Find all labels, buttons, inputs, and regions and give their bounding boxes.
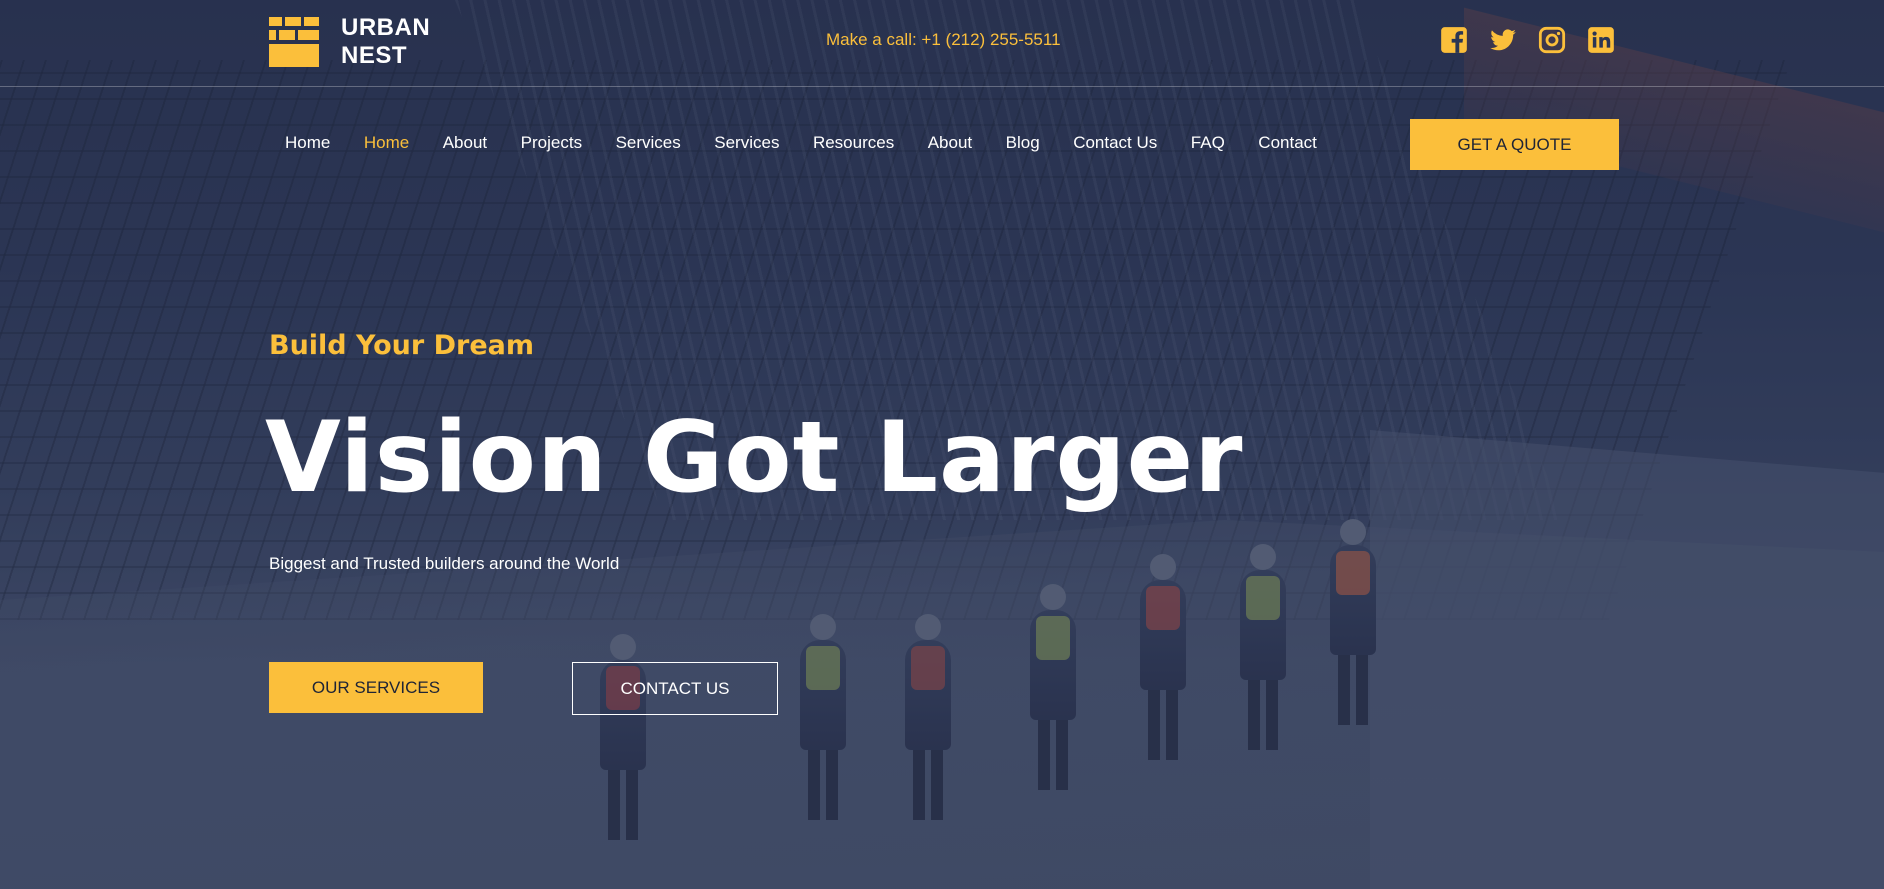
bricks-icon <box>269 17 319 67</box>
nav-item-home[interactable]: Home <box>285 133 330 153</box>
social-links <box>1440 26 1615 54</box>
twitter-icon[interactable] <box>1489 26 1517 54</box>
brand-logo[interactable]: URBAN NEST <box>269 14 430 70</box>
facebook-icon[interactable] <box>1440 26 1468 54</box>
hero-title: Vision Got Larger <box>265 401 1244 515</box>
nav-item-services-2[interactable]: Services <box>714 133 779 153</box>
our-services-button[interactable]: OUR SERVICES <box>269 662 483 713</box>
nav-item-about[interactable]: About <box>443 133 487 153</box>
nav-item-contact-us[interactable]: Contact Us <box>1073 133 1157 153</box>
nav-item-blog[interactable]: Blog <box>1006 133 1040 153</box>
main-nav: Home Home About Projects Services Servic… <box>285 133 1350 153</box>
nav-item-contact[interactable]: Contact <box>1258 133 1317 153</box>
nav-item-home-active[interactable]: Home <box>364 133 409 153</box>
brand-name: URBAN NEST <box>341 14 431 69</box>
nav-item-projects[interactable]: Projects <box>521 133 582 153</box>
nav-item-faq[interactable]: FAQ <box>1191 133 1225 153</box>
top-bar: URBAN NEST Make a call: +1 (212) 255-5511 <box>0 0 1884 87</box>
hero-eyebrow: Build Your Dream <box>269 330 534 361</box>
call-text[interactable]: Make a call: +1 (212) 255-5511 <box>826 30 1061 50</box>
hero-subtitle: Biggest and Trusted builders around the … <box>269 554 620 573</box>
get-a-quote-button[interactable]: GET A QUOTE <box>1410 119 1619 170</box>
nav-item-services[interactable]: Services <box>616 133 681 153</box>
linkedin-icon[interactable] <box>1587 26 1615 54</box>
nav-item-resources[interactable]: Resources <box>813 133 894 153</box>
nav-item-about-2[interactable]: About <box>928 133 972 153</box>
instagram-icon[interactable] <box>1538 26 1566 54</box>
contact-us-button[interactable]: CONTACT US <box>572 662 778 715</box>
